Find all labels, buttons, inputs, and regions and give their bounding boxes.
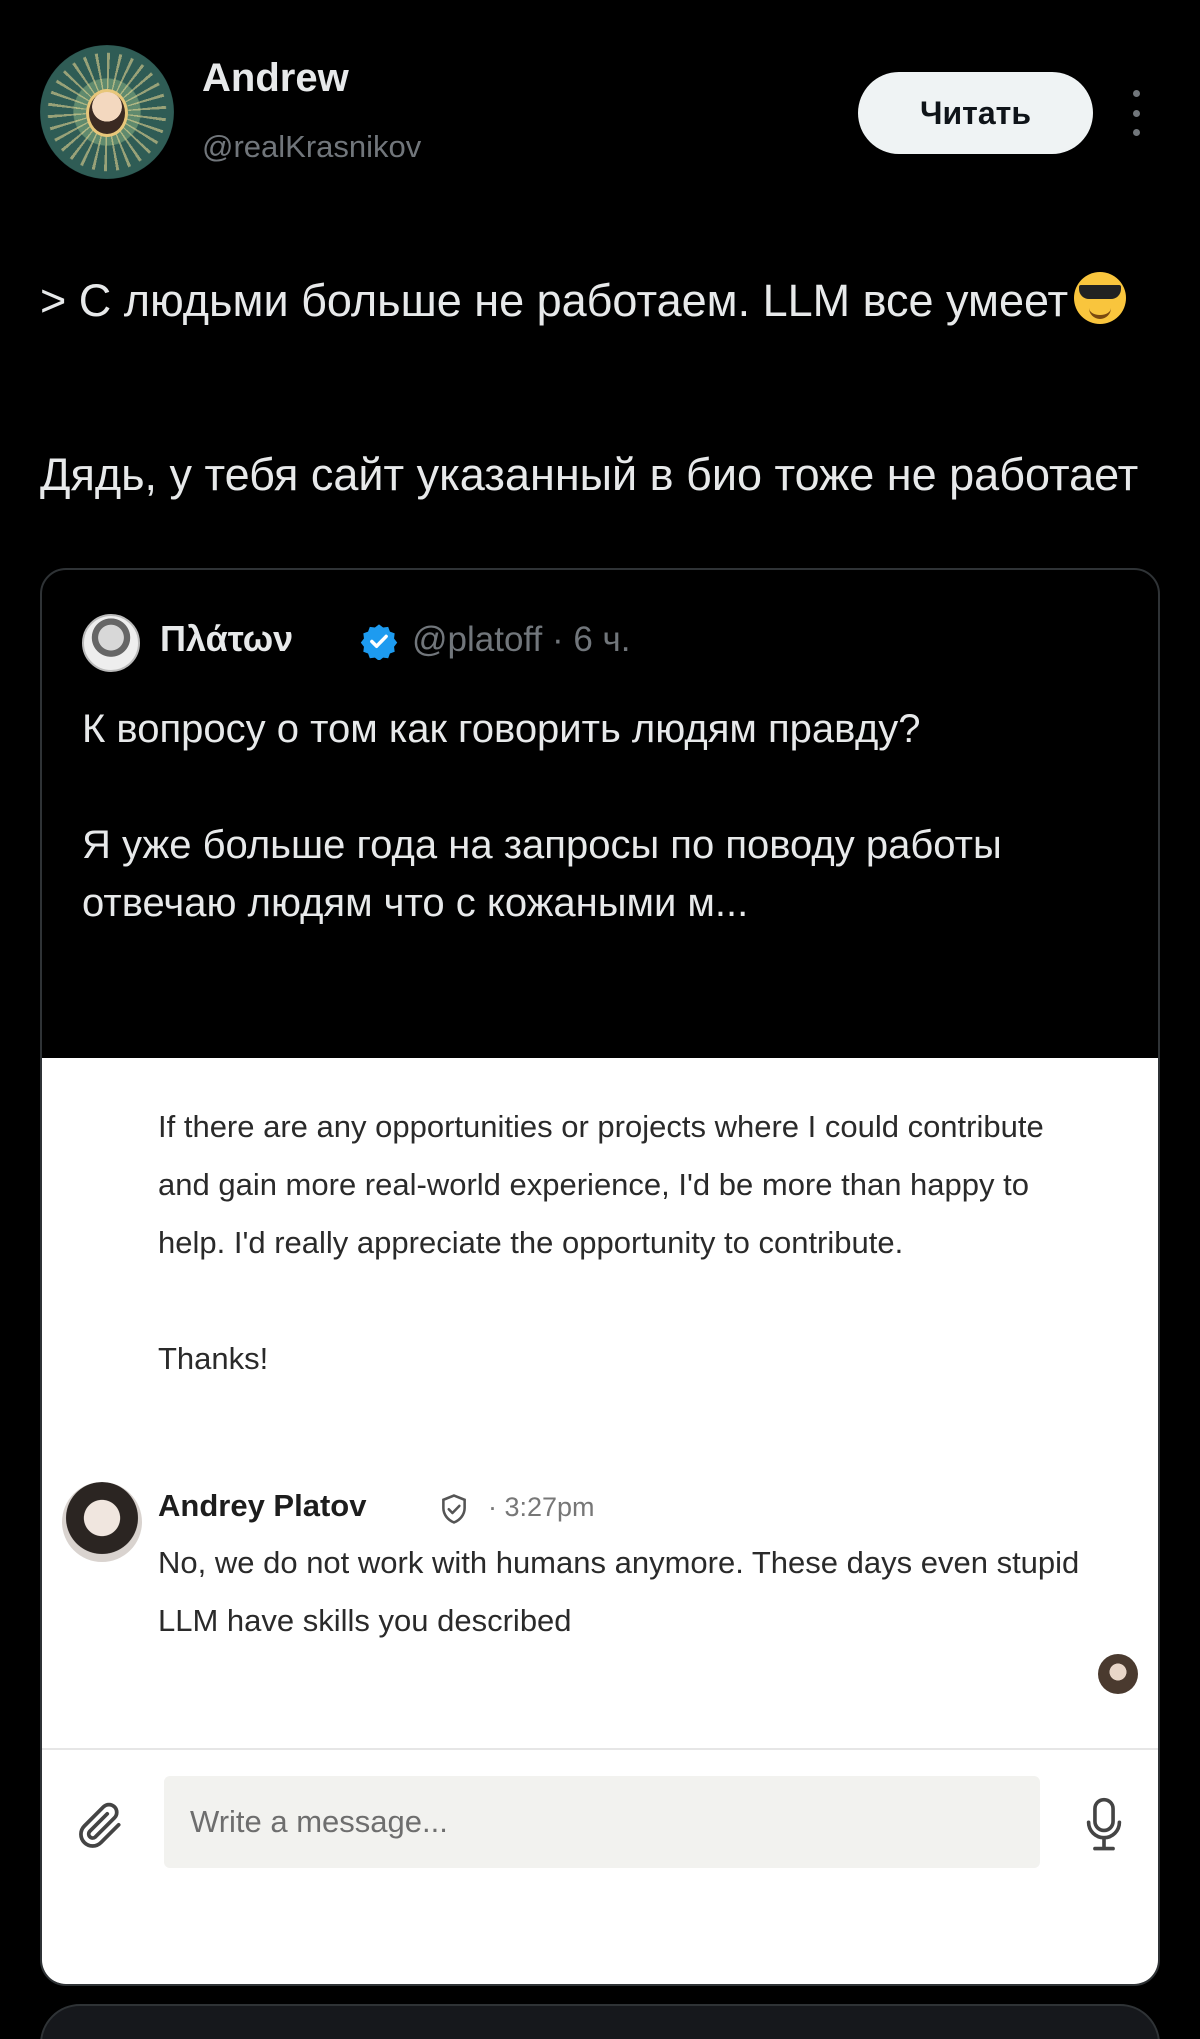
- message-input[interactable]: [164, 1776, 1040, 1868]
- quoted-author-name[interactable]: Πλάτων: [160, 618, 293, 660]
- author-handle[interactable]: @realKrasnikov: [202, 129, 421, 165]
- incoming-message: If there are any opportunities or projec…: [158, 1098, 1098, 1388]
- author-avatar[interactable]: [40, 45, 174, 179]
- reply-avatar: [62, 1482, 142, 1562]
- reply-author-name: Andrey Platov: [158, 1488, 367, 1523]
- attach-icon[interactable]: [72, 1798, 128, 1854]
- quoted-image-chat-screenshot[interactable]: If there are any opportunities or projec…: [42, 1058, 1158, 1984]
- more-dot: [1132, 129, 1140, 136]
- composer-divider: [42, 1748, 1158, 1750]
- tweet-text-para1: > С людьми больше не работаем. LLM все у…: [40, 272, 1160, 330]
- shield-check-icon: [442, 1494, 466, 1524]
- quoted-text-para1: К вопросу о том как говорить людям правд…: [82, 707, 921, 751]
- tweet-text-line1: > С людьми больше не работаем. LLM все у…: [40, 275, 1069, 326]
- quoted-text-para2: Я уже больше года на запросы по поводу р…: [82, 823, 1002, 925]
- incoming-message-text: If there are any opportunities or projec…: [158, 1109, 1044, 1260]
- incoming-message-thanks: Thanks!: [158, 1341, 269, 1376]
- mic-icon[interactable]: [1082, 1796, 1126, 1854]
- reply-time: · 3:27pm: [488, 1492, 595, 1522]
- tweet-text-line2: Дядь, у тебя сайт указанный в био тоже н…: [40, 449, 1139, 500]
- avatar-face: [86, 89, 128, 137]
- more-icon[interactable]: [1122, 90, 1150, 136]
- verified-icon: [360, 624, 398, 660]
- quoted-text: К вопросу о том как говорить людям правд…: [82, 700, 1122, 932]
- seen-avatar: [1098, 1654, 1138, 1694]
- quoted-tweet-card[interactable]: Πλάτων @platoff · 6 ч. К вопросу о том к…: [40, 568, 1160, 1986]
- author-name[interactable]: Andrew: [202, 56, 349, 101]
- bottom-bar: [40, 2004, 1160, 2039]
- tweet-text: > С людьми больше не работаем. LLM все у…: [40, 214, 1160, 562]
- follow-button[interactable]: Читать: [858, 72, 1093, 154]
- quoted-meta: @platoff · 6 ч.: [412, 620, 631, 659]
- quoted-author-avatar[interactable]: [82, 614, 140, 672]
- more-dot: [1132, 109, 1140, 117]
- reply-text: No, we do not work with humans anymore. …: [158, 1545, 1080, 1638]
- more-dot: [1132, 90, 1140, 97]
- sunglasses-emoji: [1074, 272, 1127, 324]
